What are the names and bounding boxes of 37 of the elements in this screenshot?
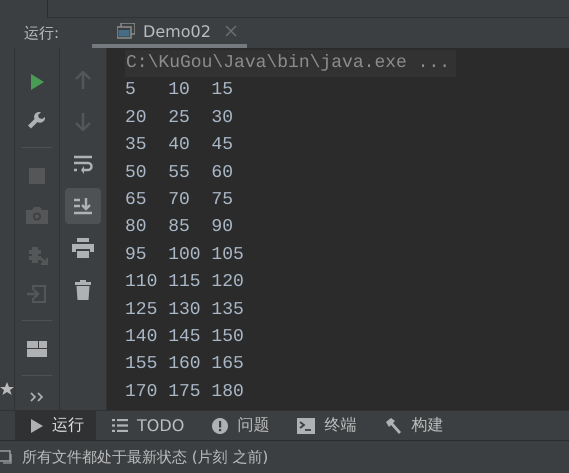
tool-window-tab[interactable]: 问题 <box>196 411 282 440</box>
console-output-line: 125 130 135 <box>125 298 244 322</box>
scroll-to-end-icon[interactable] <box>73 196 93 216</box>
console-output-line: 155 160 165 <box>125 353 244 376</box>
console-output-line: 110 115 120 <box>125 271 244 294</box>
hammer-icon <box>384 416 402 434</box>
console-output-line: 80 85 90 <box>125 216 234 240</box>
console-output-line: 65 70 75 <box>125 189 234 212</box>
console-output-line: 5 10 15 <box>125 79 234 102</box>
play-icon <box>31 418 43 432</box>
tool-window-tab[interactable]: TODO <box>96 411 196 440</box>
star-icon[interactable] <box>0 382 14 396</box>
console-output-line: 50 55 60 <box>125 162 234 185</box>
play-icon[interactable] <box>28 72 46 91</box>
printer-icon[interactable] <box>72 238 94 258</box>
run-label: 运行: <box>23 22 60 44</box>
tool-window-tab[interactable]: 构建 <box>368 411 456 440</box>
terminal-icon <box>297 418 316 434</box>
console-output-line: 35 40 45 <box>125 134 234 158</box>
alert-icon <box>212 418 228 434</box>
chevrons-icon[interactable] <box>30 392 44 402</box>
tool-window-tab[interactable]: 运行 <box>15 411 96 440</box>
wrap-icon[interactable] <box>73 154 93 174</box>
status-icon[interactable] <box>0 450 12 464</box>
console-output-line: 95 100 105 <box>125 244 244 267</box>
console-output-line: 140 145 150 <box>125 326 244 350</box>
layout-icon[interactable] <box>27 340 47 357</box>
console-output-line: 170 175 180 <box>125 380 244 404</box>
window-icon <box>117 23 135 39</box>
status-text: 所有文件都处于最新状态 (片刻 之前) <box>22 448 268 466</box>
list-icon <box>112 419 128 432</box>
console-output-line: 20 25 30 <box>125 106 234 130</box>
close-icon[interactable] <box>224 25 237 37</box>
scroll-to-end-button[interactable] <box>65 188 101 224</box>
wrench-icon[interactable] <box>27 111 47 132</box>
tool-window-tab[interactable]: 终端 <box>281 411 368 440</box>
trash-icon[interactable] <box>75 280 91 300</box>
